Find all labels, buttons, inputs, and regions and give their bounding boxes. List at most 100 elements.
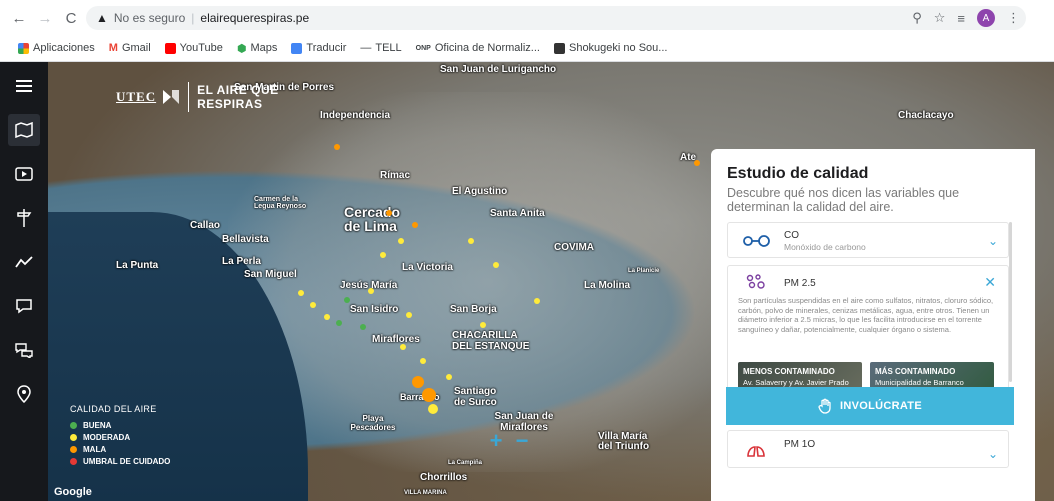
- menu-button[interactable]: [8, 70, 40, 102]
- bookmark-shokugeki[interactable]: Shokugeki no Sou...: [553, 42, 668, 54]
- reload-icon[interactable]: C: [60, 7, 82, 29]
- sensor-dot-moderate[interactable]: [468, 238, 474, 244]
- panel-scrollbar[interactable]: [1009, 222, 1012, 382]
- card-co[interactable]: CO Monóxido de carbono ⌄: [727, 222, 1009, 258]
- sensor-dot-moderate[interactable]: [368, 288, 374, 294]
- sensor-dot-moderate[interactable]: [480, 322, 486, 328]
- brand-logo[interactable]: UTEC EL AIRE QUE RESPIRAS: [116, 82, 279, 112]
- sensor-dot-good[interactable]: [336, 320, 342, 326]
- sensor-dot-moderate[interactable]: [534, 298, 540, 304]
- most-polluted-place: Municipalidad de Barranco: [875, 378, 964, 387]
- video-icon: [553, 42, 565, 54]
- reading-list-icon[interactable]: ≡: [957, 11, 965, 26]
- card-pm10[interactable]: PM 1O ⌄: [727, 430, 1009, 468]
- bookmark-gmail[interactable]: M Gmail: [109, 42, 151, 54]
- zoom-out-button[interactable]: −: [513, 428, 531, 453]
- legend-label: MALA: [83, 444, 107, 454]
- bookmark-youtube[interactable]: YouTube: [164, 42, 223, 54]
- site-title-line1: EL AIRE QUE: [197, 83, 279, 97]
- star-icon[interactable]: ☆: [934, 10, 946, 26]
- least-polluted-title: MENOS CONTAMINADO: [743, 367, 835, 376]
- trend-line-icon: [15, 256, 33, 268]
- menu-dots-icon[interactable]: ⋮: [1007, 10, 1020, 26]
- sensor-dot-bad[interactable]: [386, 210, 392, 216]
- chevron-down-icon[interactable]: ⌄: [988, 234, 998, 248]
- map-label: CHACARILLA DEL ESTANQUE: [452, 330, 530, 352]
- gmail-icon: M: [108, 42, 118, 54]
- zoom-in-button[interactable]: +: [487, 428, 505, 453]
- sensor-dot-bad[interactable]: [422, 388, 436, 402]
- legend-label: MODERADA: [83, 432, 131, 442]
- back-icon[interactable]: ←: [8, 7, 30, 29]
- map-label: La Planicie: [628, 268, 660, 274]
- google-attribution: Google: [54, 486, 92, 498]
- sensor-dot-moderate[interactable]: [324, 314, 330, 320]
- address-bar[interactable]: ▲ No es seguro | elairequerespiras.pe ⚲ …: [86, 6, 1026, 30]
- air-quality-legend: CALIDAD DEL AIRE BUENA MODERADA MALA UMB…: [70, 404, 170, 467]
- nav-video[interactable]: [8, 158, 40, 190]
- map-label: La Punta: [116, 260, 159, 271]
- legend-label: UMBRAL DE CUIDADO: [83, 456, 171, 466]
- legend-swatch: [70, 445, 77, 453]
- profile-avatar[interactable]: A: [977, 9, 995, 27]
- map-label: Miraflores: [372, 334, 420, 345]
- nav-signpost[interactable]: [8, 202, 40, 234]
- nav-trends[interactable]: [8, 246, 40, 278]
- sensor-dot-moderate[interactable]: [406, 312, 412, 318]
- sensor-dot-bad[interactable]: [412, 222, 418, 228]
- sensor-dot-moderate[interactable]: [446, 374, 452, 380]
- legend-row: MALA: [70, 443, 170, 455]
- sensor-dot-moderate[interactable]: [400, 344, 406, 350]
- sensor-dot-bad[interactable]: [334, 144, 340, 150]
- bookmark-maps[interactable]: ⬢ Maps: [237, 42, 278, 55]
- sensor-dot-good[interactable]: [344, 297, 350, 303]
- sensor-dot-bad[interactable]: [412, 376, 424, 388]
- map-label: San Miguel: [244, 269, 297, 280]
- sensor-dot-moderate[interactable]: [298, 290, 304, 296]
- map-label: El Agustino: [452, 186, 508, 197]
- bookmark-label: YouTube: [179, 42, 223, 54]
- nav-chat[interactable]: [8, 290, 40, 322]
- bookmark-label: TELL: [375, 42, 402, 54]
- sensor-dot-good[interactable]: [360, 324, 366, 330]
- close-icon[interactable]: ✕: [984, 274, 996, 291]
- bookmark-translate[interactable]: Traducir: [291, 42, 346, 54]
- zoom-controls: + −: [487, 428, 531, 453]
- bookmark-tell[interactable]: — TELL: [360, 42, 401, 54]
- legend-swatch: [70, 433, 77, 441]
- sensor-dot-moderate[interactable]: [380, 252, 386, 258]
- map-label: La Campiña: [448, 460, 483, 466]
- bookmark-apps[interactable]: Aplicaciones: [18, 42, 95, 54]
- utec-logo: UTEC: [116, 89, 157, 104]
- sensor-dot-bad[interactable]: [694, 160, 700, 166]
- utec-flag-icon: [163, 90, 180, 104]
- lungs-icon: [747, 446, 765, 457]
- bookmark-label: Shokugeki no Sou...: [568, 42, 668, 54]
- chevron-down-icon[interactable]: ⌄: [988, 447, 998, 461]
- sensor-dot-moderate[interactable]: [398, 238, 404, 244]
- card-co-name: CO: [784, 230, 799, 241]
- card-pm25-desc: Son partículas suspendidas en el aire co…: [738, 296, 994, 334]
- map-label: Santa Anita: [490, 208, 545, 219]
- bookmark-label: Gmail: [121, 42, 151, 54]
- location-pin-icon: [17, 385, 31, 403]
- sensor-dot-moderate[interactable]: [428, 404, 438, 414]
- panel-subtitle: Descubre qué nos dicen las variables que…: [727, 186, 960, 214]
- least-polluted-place: Av. Salaverry y Av. Javier Prado: [743, 378, 849, 387]
- bookmark-oficina[interactable]: ONP Oficina de Normaliz...: [416, 42, 540, 54]
- nav-conversation[interactable]: [8, 334, 40, 366]
- browser-toolbar: ← → C ▲ No es seguro | elairequerespiras…: [0, 0, 1054, 36]
- youtube-icon: [164, 42, 176, 54]
- sensor-dot-moderate[interactable]: [420, 358, 426, 364]
- video-icon: [15, 167, 33, 181]
- zoom-lens-icon[interactable]: ⚲: [912, 10, 922, 26]
- sensor-dot-moderate[interactable]: [493, 262, 499, 268]
- involucrate-button[interactable]: INVOLÚCRATE: [726, 387, 1014, 425]
- co-molecule-icon: [743, 235, 770, 247]
- forward-icon[interactable]: →: [34, 7, 56, 29]
- nav-location[interactable]: [8, 378, 40, 410]
- nav-map[interactable]: [8, 114, 40, 146]
- sensor-dot-moderate[interactable]: [310, 302, 316, 308]
- warning-icon: ▲: [96, 11, 108, 25]
- hand-icon: [818, 398, 831, 414]
